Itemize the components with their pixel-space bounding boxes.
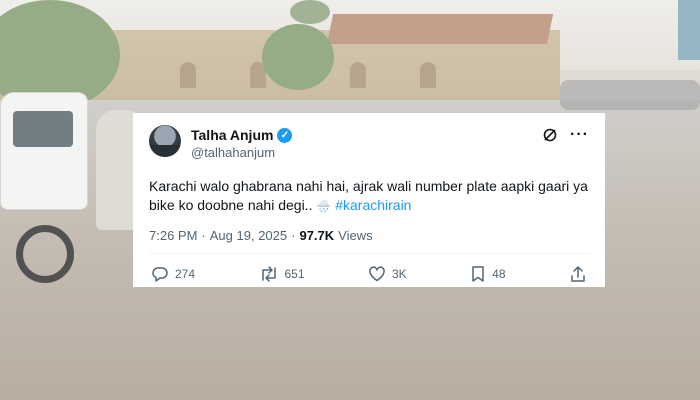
tweet-date[interactable]: Aug 19, 2025 — [210, 228, 287, 243]
action-bar: 274 651 3K 48 — [149, 254, 589, 294]
verified-badge-icon: ✓ — [277, 127, 293, 143]
views-count: 97.7K — [299, 228, 335, 243]
display-name[interactable]: Talha Anjum — [191, 127, 273, 143]
reply-icon — [151, 265, 169, 283]
tweet-text: Karachi walo ghabrana nahi hai, ajrak wa… — [149, 177, 589, 216]
author-info: Talha Anjum ✓ @talhahanjum — [191, 126, 293, 160]
header-actions: ··· — [542, 127, 589, 143]
meta-separator: · — [291, 228, 296, 243]
share-icon — [569, 265, 587, 283]
more-icon[interactable]: ··· — [570, 127, 589, 143]
avatar[interactable] — [149, 125, 181, 157]
share-button[interactable] — [569, 265, 587, 283]
user-handle[interactable]: @talhahanjum — [191, 145, 292, 160]
tweet-header: Talha Anjum ✓ @talhahanjum ··· — [149, 125, 589, 165]
reply-count: 274 — [175, 267, 196, 281]
views-label: Views — [338, 228, 373, 243]
grok-icon[interactable] — [542, 127, 558, 143]
hashtag-link[interactable]: #karachirain — [335, 197, 411, 213]
rain-cloud-icon: 🌧️ — [316, 199, 332, 213]
bookmark-count: 48 — [492, 267, 506, 281]
like-button[interactable]: 3K — [368, 265, 407, 283]
like-count: 3K — [392, 267, 407, 281]
retweet-count: 651 — [284, 267, 305, 281]
retweet-button[interactable]: 651 — [259, 265, 305, 283]
tweet-card[interactable]: Talha Anjum ✓ @talhahanjum ··· Karachi w… — [133, 113, 605, 287]
bookmark-button[interactable]: 48 — [470, 265, 506, 283]
reply-button[interactable]: 274 — [151, 265, 195, 283]
name-line: Talha Anjum ✓ — [191, 126, 293, 144]
bookmark-icon — [470, 265, 486, 283]
tweet-time[interactable]: 7:26 PM — [149, 228, 197, 243]
like-icon — [368, 265, 386, 283]
tweet-meta: 7:26 PM · Aug 19, 2025 · 97.7K Views — [149, 228, 589, 243]
meta-separator: · — [201, 228, 206, 243]
retweet-icon — [259, 265, 279, 283]
